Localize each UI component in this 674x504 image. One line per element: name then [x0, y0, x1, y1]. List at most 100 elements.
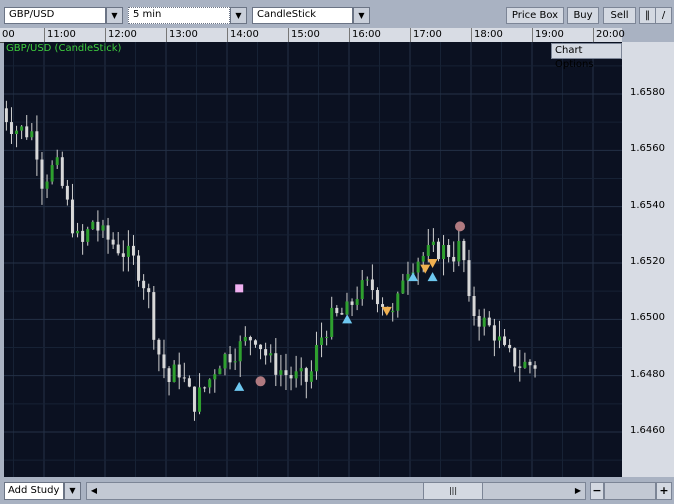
time-tick-label: 00	[2, 29, 15, 40]
time-tick-label: 17:00	[410, 28, 442, 42]
add-study-dropdown-arrow[interactable]: ▼	[64, 482, 81, 500]
candle-body	[482, 317, 486, 327]
price-box-button[interactable]: Price Box	[506, 7, 564, 24]
candle-body	[198, 387, 202, 412]
candle-body	[508, 344, 512, 349]
price-axis: 1.6580 1.6560 1.6540 1.6520 1.6500 1.6480 1.64…	[622, 42, 674, 477]
price-tick-label: 1.6540	[630, 199, 665, 211]
interval-dropdown-arrow[interactable]: ▼	[230, 7, 247, 24]
bars-icon[interactable]: ‖	[639, 7, 656, 24]
sell-button[interactable]: Sell	[603, 7, 636, 24]
candle-body	[350, 301, 354, 305]
symbol-select[interactable]: GBP/USD	[4, 7, 106, 24]
candle-body	[299, 368, 303, 372]
horizontal-scrollbar[interactable]: ◀ ||| ▶	[86, 482, 586, 500]
candle-body	[187, 378, 191, 387]
symbol-dropdown-arrow[interactable]: ▼	[106, 7, 123, 24]
candle-body	[70, 199, 74, 234]
candle-body	[523, 361, 527, 368]
zoom-out-button[interactable]: −	[590, 482, 604, 500]
candle-body	[391, 310, 395, 313]
zoom-in-button[interactable]: +	[656, 482, 672, 500]
candle-body	[431, 241, 435, 246]
candle-body	[60, 157, 64, 186]
candle-body	[50, 165, 54, 182]
candle-body	[182, 377, 186, 379]
candle-body	[40, 159, 44, 189]
candle-body	[309, 371, 313, 382]
scroll-left-arrow[interactable]: ◀	[87, 483, 101, 499]
price-tick-label: 1.6560	[630, 143, 665, 155]
candle-body	[462, 240, 466, 261]
candle-body	[157, 339, 161, 355]
candle-body	[360, 280, 364, 300]
candle-body	[497, 336, 501, 341]
candle-body	[76, 230, 80, 234]
candle-body	[355, 299, 359, 305]
candle-body	[55, 157, 59, 166]
line-draw-icon[interactable]: /	[655, 7, 672, 24]
candle-body	[228, 354, 232, 363]
interval-select[interactable]: 5 min	[128, 7, 230, 24]
signal-circle-marker	[255, 376, 266, 387]
candle-body	[142, 280, 146, 289]
candle-body	[396, 293, 400, 311]
candle-body	[137, 255, 141, 281]
candle-body	[233, 361, 237, 363]
candlestick-chart	[4, 42, 622, 477]
buy-button[interactable]: Buy	[567, 7, 599, 24]
candle-body	[518, 366, 522, 368]
scroll-right-arrow[interactable]: ▶	[571, 483, 585, 499]
time-tick-label: 15:00	[288, 28, 320, 42]
candle-body	[9, 122, 13, 135]
candle-body	[320, 337, 324, 345]
candle-body	[25, 126, 29, 138]
candle-body	[345, 301, 349, 315]
candle-body	[121, 253, 125, 257]
candle-body	[208, 379, 212, 388]
candle-body	[294, 371, 298, 379]
candle-body	[487, 317, 491, 326]
candle-body	[35, 131, 39, 160]
candle-body	[365, 279, 369, 281]
candle-body	[467, 260, 471, 297]
candle-body	[370, 279, 374, 291]
time-tick-label: 11:00	[44, 28, 76, 42]
candle-body	[65, 185, 69, 200]
candle-body	[81, 230, 85, 242]
candle-body	[274, 353, 278, 375]
candle-body	[330, 307, 334, 337]
zoom-slider[interactable]	[604, 482, 656, 500]
candle-body	[96, 221, 100, 231]
candle-body	[30, 131, 34, 138]
time-tick-label: 12:00	[105, 28, 137, 42]
price-tick-label: 1.6480	[630, 368, 665, 380]
candle-body	[340, 313, 344, 315]
candle-body	[304, 368, 308, 382]
scroll-thumb[interactable]: |||	[423, 483, 483, 499]
chart-type-dropdown-arrow[interactable]: ▼	[353, 7, 370, 24]
add-study-select[interactable]: Add Study	[4, 482, 64, 500]
time-tick-label: 20:00	[593, 28, 625, 42]
candle-body	[513, 348, 517, 367]
candle-body	[335, 307, 339, 314]
buy-triangle-marker	[427, 272, 438, 282]
candle-body	[223, 354, 227, 369]
candle-body	[167, 368, 171, 383]
chart-options-button[interactable]: Chart Options	[551, 43, 622, 70]
candle-body	[203, 387, 207, 389]
chart-plot-area[interactable]: GBP/USD (CandleStick) Chart Options	[4, 42, 622, 477]
candle-body	[452, 256, 456, 262]
chart-type-select[interactable]: CandleStick	[252, 7, 353, 24]
candle-body	[284, 370, 288, 376]
candle-body	[447, 244, 451, 257]
candle-body	[401, 280, 405, 294]
candle-body	[381, 304, 385, 307]
candle-body	[259, 344, 263, 350]
candle-body	[213, 374, 217, 380]
candle-body	[126, 245, 130, 257]
candle-body	[314, 344, 318, 372]
price-tick-label: 1.6580	[630, 87, 665, 98]
candle-body	[116, 244, 120, 254]
price-tick-label: 1.6500	[630, 312, 665, 324]
